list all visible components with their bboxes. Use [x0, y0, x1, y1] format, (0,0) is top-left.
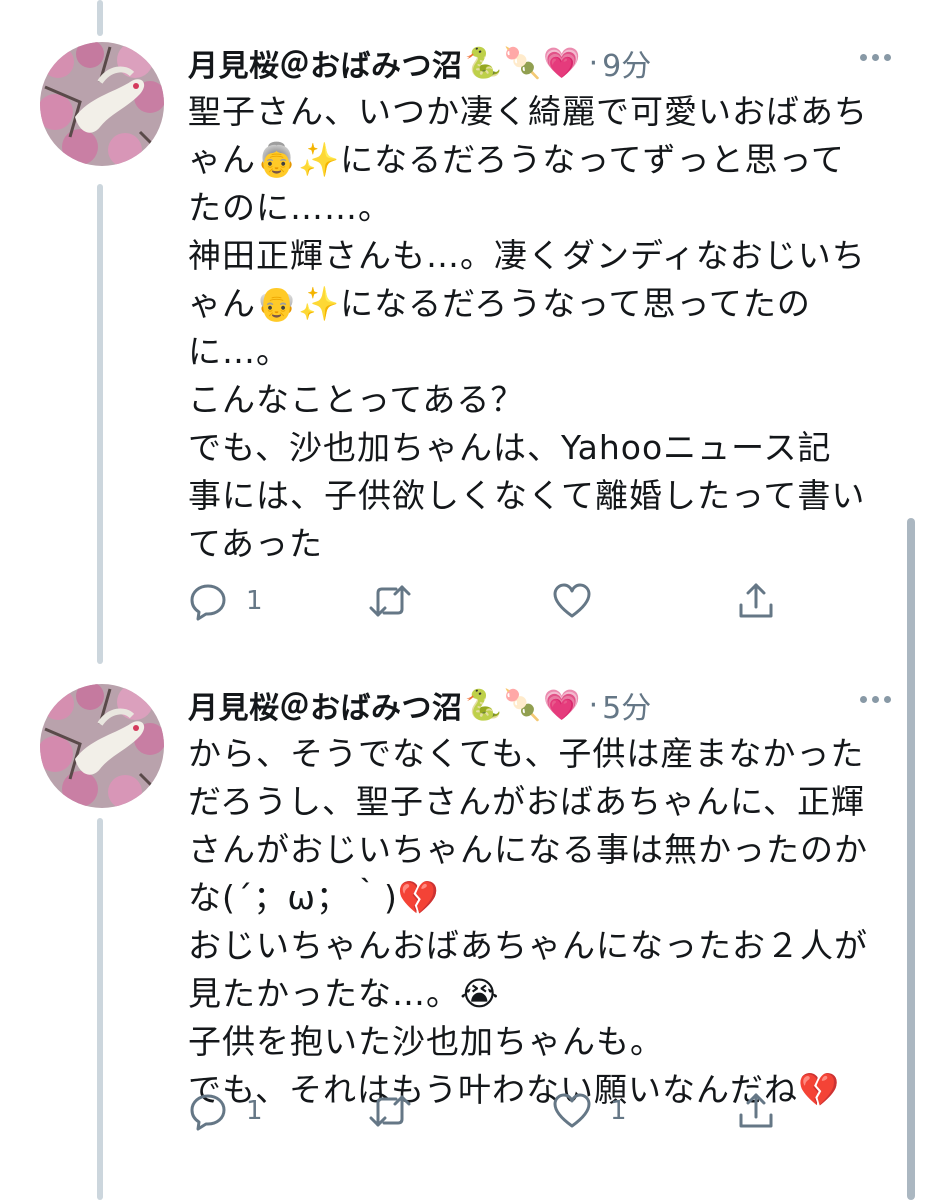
snake-emoji: 🐍	[464, 45, 502, 81]
tweet-text-line: から、そうでなくても、子供は産まなかった	[188, 734, 865, 773]
retweet-icon	[369, 585, 411, 617]
tweet-text-line: 神田正輝さんも…。凄くダンディなおじいち	[188, 236, 866, 275]
avatar-image	[40, 42, 164, 166]
tweet-text-line: たのに……。	[188, 188, 392, 227]
avatar-image	[40, 684, 164, 808]
dango-emoji: 🍡	[503, 45, 542, 81]
like-icon	[553, 1093, 591, 1128]
snake-emoji: 🐍	[464, 687, 502, 723]
reply-button[interactable]: 1	[188, 576, 263, 626]
tweet-text-line: に…。	[188, 332, 290, 371]
like-count: 1	[610, 1096, 627, 1126]
dango-emoji: 🍡	[503, 687, 542, 723]
reply-count: 1	[246, 586, 263, 616]
share-button[interactable]	[736, 1086, 776, 1136]
tweet-text-line: 子供を抱いた沙也加ちゃんも。	[188, 1022, 664, 1061]
tweet-text-line: こんなことってある？	[188, 380, 525, 419]
share-icon	[739, 1093, 773, 1128]
tweet-text-line: だろうし、聖子さんがおばあちゃんに、正輝	[188, 782, 866, 821]
more-options-icon[interactable]	[860, 54, 891, 61]
reply-button[interactable]: 1	[188, 1086, 263, 1136]
author-name[interactable]: 月見桜＠おばみつ沼	[188, 683, 463, 727]
like-button[interactable]	[552, 576, 610, 626]
tweet-text-line: 見たかったな…。😭	[188, 974, 500, 1013]
separator-dot: ·	[588, 687, 599, 723]
like-button[interactable]: 1	[552, 1086, 627, 1136]
tweet-actions: 1 1	[188, 1086, 828, 1136]
more-options-icon[interactable]	[860, 696, 891, 703]
tweet-text-line: 事には、子供欲しくなくて離婚したって書い	[188, 476, 866, 515]
tweet-text-line: な(´；ω；｀)💔	[188, 878, 440, 917]
thread-line	[97, 184, 103, 664]
thread-line	[97, 0, 103, 36]
tweet-header: 月見桜＠おばみつ沼 🐍 🍡 💗 · 5分	[188, 680, 651, 730]
tweet-text-line: でも、沙也加ちゃんは、Yahooニュース記	[188, 428, 832, 467]
tweet-header: 月見桜＠おばみつ沼 🐍 🍡 💗 · 9分	[188, 38, 651, 88]
tweet-actions: 1	[188, 576, 828, 626]
reply-count: 1	[246, 1096, 263, 1126]
tweet-text-line: おじいちゃんおばあちゃんになったお２人が	[188, 926, 868, 965]
scrollbar[interactable]	[907, 518, 915, 1200]
reply-icon	[190, 584, 226, 621]
tweet-text: から、そうでなくても、子供は産まなかった だろうし、聖子さんがおばあちゃんに、正…	[188, 730, 888, 1114]
timestamp[interactable]: 5分	[602, 683, 651, 727]
avatar[interactable]	[40, 42, 164, 166]
thread-line	[97, 818, 103, 1200]
tweet-text-line: ゃん👴✨になるだろうなって思ってたの	[188, 284, 811, 323]
share-icon	[739, 583, 773, 618]
author-name[interactable]: 月見桜＠おばみつ沼	[188, 41, 463, 85]
heart-emoji: 💗	[543, 687, 581, 723]
retweet-button[interactable]	[368, 576, 430, 626]
timestamp[interactable]: 9分	[602, 41, 651, 85]
share-button[interactable]	[736, 576, 776, 626]
reply-icon	[190, 1094, 226, 1131]
heart-emoji: 💗	[543, 45, 581, 81]
tweet-text: 聖子さん、いつか凄く綺麗で可愛いおばあち ゃん👵✨になるだろうなってずっと思って…	[188, 88, 888, 568]
retweet-icon	[369, 1095, 411, 1127]
like-icon	[553, 583, 591, 618]
tweet-text-line: さんがおじいちゃんになる事は無かったのか	[188, 830, 868, 869]
avatar[interactable]	[40, 684, 164, 808]
tweet-text-line: 聖子さん、いつか凄く綺麗で可愛いおばあち	[188, 92, 868, 131]
separator-dot: ·	[588, 45, 599, 81]
retweet-button[interactable]	[368, 1086, 430, 1136]
tweet-text-line: ゃん👵✨になるだろうなってずっと思って	[188, 140, 845, 179]
tweet-text-line: てあった	[188, 524, 324, 563]
